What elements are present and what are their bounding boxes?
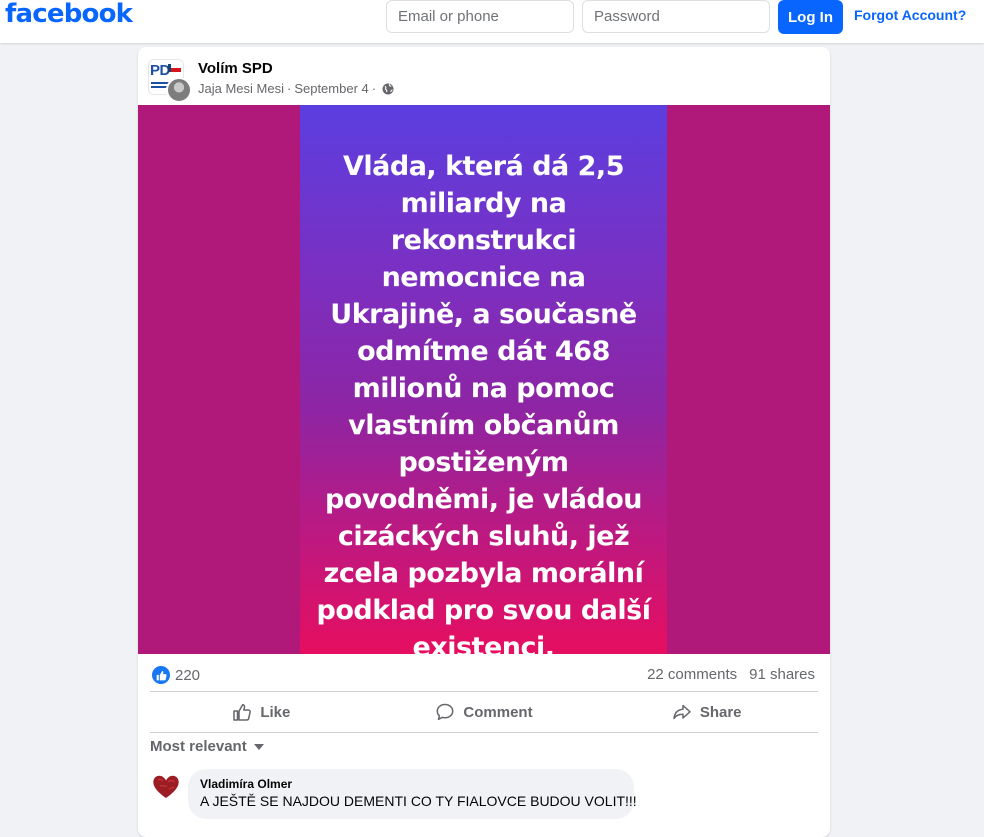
share-button[interactable]: Share <box>595 692 818 732</box>
email-field[interactable] <box>386 0 574 33</box>
post-avatars: PD <box>148 59 192 103</box>
shares-count-link[interactable]: 91 shares <box>749 666 815 683</box>
post-image-text: Vláda, která dá 2,5 miliardy na rekonstr… <box>316 151 651 663</box>
group-avatar-logo: PD <box>150 62 170 79</box>
post-image[interactable]: Vláda, která dá 2,5 miliardy na rekonstr… <box>138 105 830 663</box>
flag-icon <box>168 64 181 72</box>
forgot-account-link[interactable]: Forgot Account? <box>854 7 966 23</box>
globe-icon <box>382 83 394 94</box>
comment-label: Comment <box>463 703 533 721</box>
author-avatar[interactable] <box>166 77 192 103</box>
facebook-logo[interactable]: facebook <box>5 0 133 29</box>
reactions-summary[interactable]: 220 <box>152 666 200 684</box>
post-date-link[interactable]: September 4 <box>294 81 368 96</box>
comment-text: A JEŠTĚ SE NAJDOU DEMENTI CO TY FIALOVCE… <box>200 793 637 809</box>
share-icon <box>673 704 691 720</box>
author-name-link[interactable]: Jaja Mesi Mesi <box>198 81 284 96</box>
post-actions: Like Comment Share <box>150 692 818 732</box>
caret-down-icon <box>253 743 264 750</box>
like-label: Like <box>260 703 291 721</box>
comment-author-link[interactable]: Vladimíra Olmer <box>200 777 622 791</box>
log-in-button[interactable]: Log In <box>778 0 843 34</box>
top-bar: facebook Log In Forgot Account? <box>0 0 984 43</box>
share-label: Share <box>699 703 742 721</box>
sort-label: Most relevant <box>150 738 247 755</box>
comments-count-link[interactable]: 22 comments <box>647 666 737 683</box>
post-card: PD Volím SPD Jaja Mesi Mesi · September … <box>138 47 830 837</box>
comment-button[interactable]: Comment <box>373 692 596 732</box>
heart-icon <box>153 775 179 798</box>
comment-icon <box>436 703 454 721</box>
thumbs-up-icon <box>156 670 167 680</box>
like-icon <box>233 704 252 721</box>
divider <box>150 732 818 733</box>
meta-separator: · <box>286 81 292 96</box>
commenter-avatar[interactable] <box>150 770 182 802</box>
post-stats: 22 comments 91 shares <box>647 666 815 683</box>
like-button[interactable]: Like <box>150 692 373 732</box>
meta-separator: · <box>371 81 377 96</box>
like-reaction-icon <box>152 666 170 684</box>
password-field[interactable] <box>582 0 770 33</box>
comment-sort-dropdown[interactable]: Most relevant <box>150 738 264 755</box>
post-meta: Jaja Mesi Mesi · September 4 · <box>198 81 394 96</box>
group-name-link[interactable]: Volím SPD <box>198 60 273 77</box>
comment-bubble: Vladimíra Olmer A JEŠTĚ SE NAJDOU DEMENT… <box>188 769 637 819</box>
reaction-count: 220 <box>175 666 201 684</box>
